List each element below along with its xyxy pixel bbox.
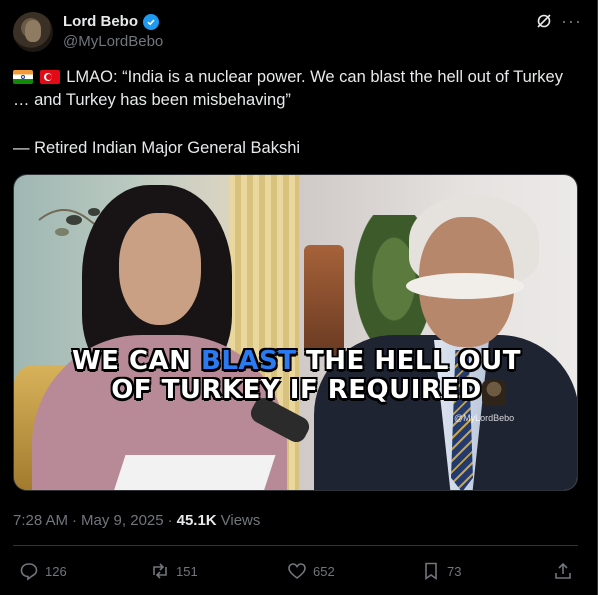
grok-icon[interactable]	[536, 13, 552, 29]
meta-separator: ·	[72, 512, 78, 529]
heart-icon	[288, 563, 306, 580]
bookmark-icon	[425, 562, 437, 581]
like-button[interactable]: 652	[287, 558, 335, 584]
repost-button[interactable]: 151	[150, 558, 198, 584]
share-button[interactable]	[553, 558, 573, 584]
share-icon	[555, 562, 571, 579]
more-options-icon[interactable]: ···	[561, 11, 582, 32]
turkey-flag-icon	[39, 70, 60, 84]
india-flag-icon	[13, 70, 33, 84]
tweet-card: Lord Bebo @MyLordBebo ··· LMAO: “India i…	[0, 0, 598, 595]
left-scene	[14, 175, 299, 490]
views-label: Views	[220, 512, 261, 529]
watermark-logo-icon	[482, 380, 506, 406]
caption-line-1: WE CAN BLAST THE HELL OUT	[71, 346, 521, 376]
tweet-time[interactable]: 7:28 AM	[13, 512, 68, 529]
tweet-text: LMAO: “India is a nuclear power. We can …	[13, 66, 573, 112]
lamp	[304, 245, 344, 355]
bookmark-count: 73	[447, 563, 462, 579]
reply-icon	[20, 563, 38, 581]
woman-face	[119, 213, 201, 325]
reply-button[interactable]: 126	[19, 558, 67, 584]
video-media[interactable]: WE CAN BLAST THE HELL OUT OF TURKEY IF R…	[13, 174, 578, 491]
verified-badge-icon[interactable]	[143, 13, 159, 30]
watermark-text: @MyLordBebo	[454, 413, 515, 423]
author-name-row: Lord Bebo	[63, 13, 159, 30]
repost-icon	[153, 563, 167, 579]
views-count: 45.1K	[176, 512, 217, 529]
caption-highlight: BLAST	[201, 346, 297, 376]
reply-count: 126	[45, 563, 67, 579]
tweet-meta: 7:28 AM · May 9, 2025 · 45.1K Views	[13, 512, 260, 529]
repost-count: 151	[176, 563, 198, 579]
paper-sheet	[112, 455, 276, 490]
bookmark-button[interactable]: 73	[421, 558, 461, 584]
handle[interactable]: @MyLordBebo	[63, 33, 163, 50]
tweet-main-text: LMAO: “India is a nuclear power. We can …	[13, 68, 563, 109]
action-bar: 126 151 652 73	[0, 558, 598, 584]
avatar[interactable]	[13, 12, 53, 52]
meta-separator-2: ·	[167, 512, 173, 529]
tweet-date[interactable]: May 9, 2025	[81, 512, 164, 529]
tweet-attribution: — Retired Indian Major General Bakshi	[13, 139, 301, 157]
like-count: 652	[313, 563, 335, 579]
divider	[13, 545, 578, 546]
man-mustache	[406, 273, 524, 299]
display-name[interactable]: Lord Bebo	[63, 13, 138, 30]
